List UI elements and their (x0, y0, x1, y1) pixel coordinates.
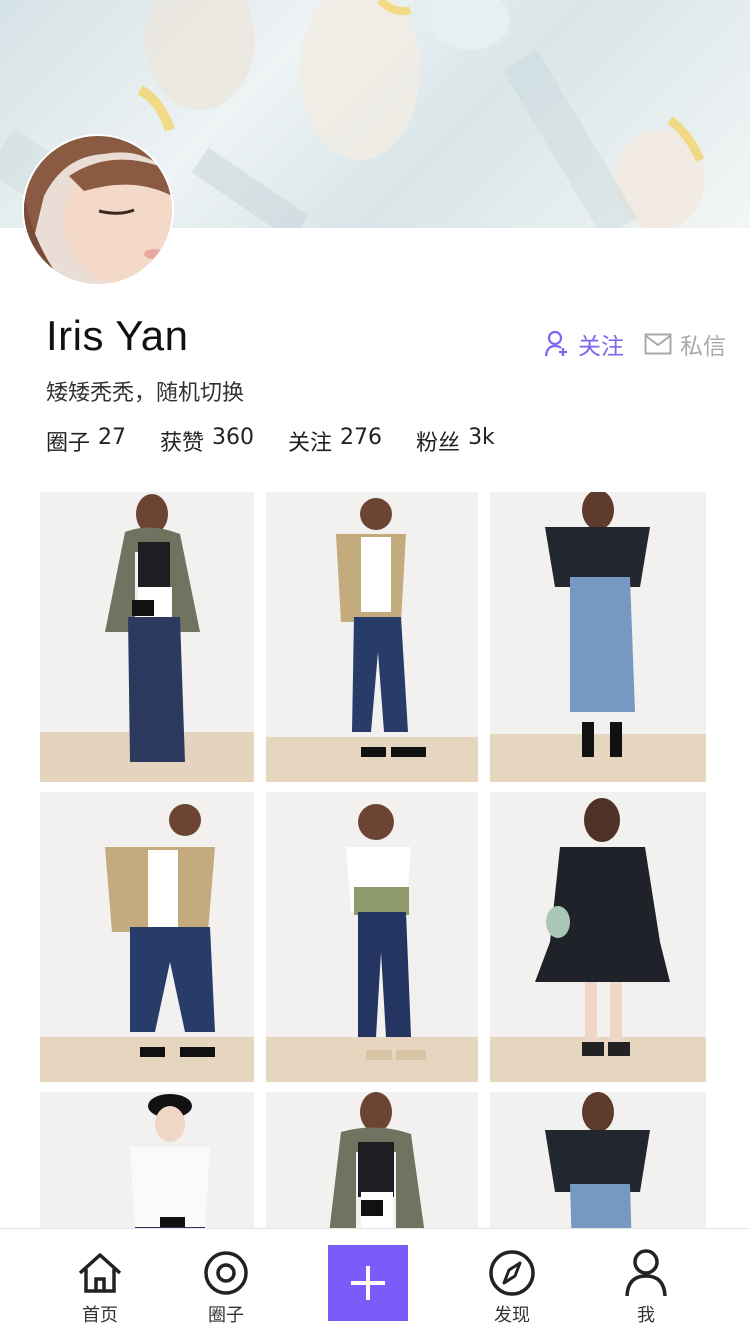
tab-home[interactable]: 首页 (50, 1247, 150, 1327)
tab-me[interactable]: 我 (596, 1247, 696, 1327)
add-post-button[interactable] (328, 1245, 408, 1321)
tab-label: 圈子 (208, 1305, 244, 1326)
add-user-icon (544, 330, 567, 357)
outfit-photo (40, 792, 254, 1082)
bottom-tab-bar: 首页 圈子 发现 我 (0, 1228, 750, 1334)
message-label: 私信 (680, 334, 726, 360)
home-icon (78, 1253, 122, 1293)
tab-label: 发现 (494, 1305, 530, 1326)
avatar[interactable] (22, 134, 174, 286)
outfit-photo (490, 792, 706, 1082)
circle-target-icon (204, 1251, 248, 1295)
tab-circles[interactable]: 圈子 (176, 1247, 276, 1327)
outfit-photo (266, 492, 478, 782)
follow-label: 关注 (578, 334, 624, 360)
stat-label: 获赞 (160, 431, 205, 456)
stat-value: 360 (212, 425, 255, 450)
stat-likes[interactable]: 获赞 360 (160, 425, 254, 457)
photo-grid (40, 492, 708, 1334)
stat-label: 关注 (288, 431, 333, 456)
plus-icon (351, 1266, 385, 1300)
profile-name: Iris Yan (46, 312, 189, 359)
message-button[interactable]: 私信 (644, 327, 726, 361)
photo-tile[interactable] (40, 792, 254, 1082)
tab-discover[interactable]: 发现 (462, 1247, 562, 1327)
stat-label: 圈子 (46, 431, 91, 456)
stat-following[interactable]: 关注 276 (288, 425, 382, 457)
stat-circles[interactable]: 圈子 27 (46, 425, 126, 457)
profile-page: Iris Yan 关注 私信 矮矮秃秃，随机切换 圈子 27 获赞 360 关注… (0, 0, 750, 1334)
photo-tile[interactable] (266, 792, 478, 1082)
compass-icon (489, 1250, 535, 1296)
photo-tile[interactable] (40, 492, 254, 782)
outfit-photo (40, 492, 254, 782)
follow-button[interactable]: 关注 (544, 327, 624, 361)
tab-label: 我 (637, 1305, 655, 1326)
tab-label: 首页 (82, 1305, 118, 1326)
stat-value: 3k (468, 425, 495, 450)
profile-actions: 关注 私信 (544, 327, 726, 361)
profile-stats: 圈子 27 获赞 360 关注 276 粉丝 3k (46, 425, 495, 457)
photo-tile[interactable] (266, 492, 478, 782)
outfit-photo (490, 492, 706, 782)
stat-value: 276 (340, 425, 383, 450)
profile-bio: 矮矮秃秃，随机切换 (46, 381, 245, 406)
user-icon (625, 1249, 667, 1297)
mail-icon (644, 333, 672, 355)
stat-value: 27 (98, 425, 127, 450)
stat-followers[interactable]: 粉丝 3k (416, 425, 495, 457)
stat-label: 粉丝 (416, 431, 461, 456)
outfit-photo (266, 792, 478, 1082)
photo-tile[interactable] (490, 492, 706, 782)
photo-tile[interactable] (490, 792, 706, 1082)
